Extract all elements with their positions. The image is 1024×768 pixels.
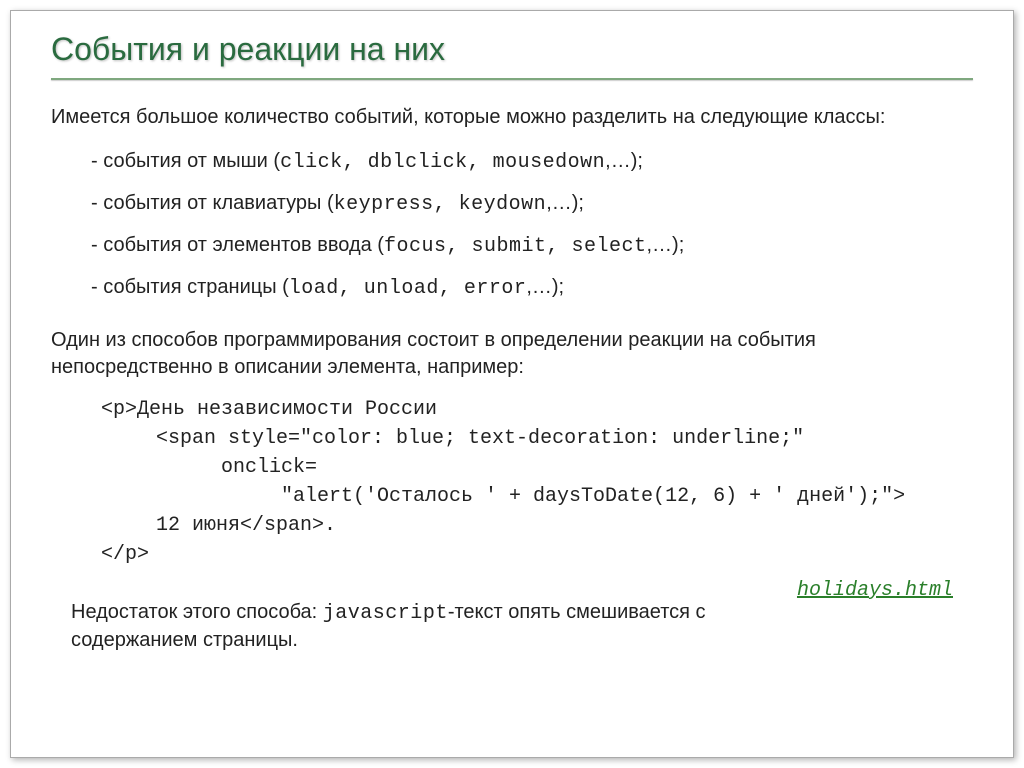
event-label: - события от клавиатуры ( (91, 192, 334, 214)
event-names: keypress, keydown (334, 193, 547, 216)
intro-paragraph: Имеется большое количество событий, кото… (51, 104, 973, 131)
event-label: - события от элементов ввода ( (91, 234, 384, 256)
event-names: click, dblclick, mousedown (280, 151, 605, 174)
code-line: <p>День независимости России (101, 398, 437, 421)
code-line: <span style="color: blue; text-decoratio… (101, 424, 973, 453)
event-tail: ,…); (546, 192, 584, 214)
disadvantage-code: javascript (323, 602, 448, 625)
code-line: onclick= (101, 453, 973, 482)
code-example: <p>День независимости России <span style… (101, 395, 973, 569)
event-label: - события от мыши ( (91, 150, 280, 172)
list-item: - события от элементов ввода (focus, sub… (91, 229, 973, 263)
event-tail: ,…); (647, 234, 685, 256)
disadvantage-pre: Недостаток этого способа: (71, 601, 323, 623)
list-item: - события страницы (load, unload, error,… (91, 271, 973, 305)
event-classes-list: - события от мыши (click, dblclick, mous… (91, 145, 973, 305)
code-line: </p> (101, 543, 149, 566)
slide: События и реакции на них Имеется большое… (10, 10, 1014, 758)
list-item: - события от клавиатуры (keypress, keydo… (91, 187, 973, 221)
disadvantage-paragraph: Недостаток этого способа: javascript-тек… (71, 599, 711, 654)
event-tail: ,…); (526, 276, 564, 298)
list-item: - события от мыши (click, dblclick, mous… (91, 145, 973, 179)
event-names: load, unload, error (289, 277, 527, 300)
code-line: 12 июня</span>. (101, 511, 973, 540)
method-paragraph: Один из способов программирования состои… (51, 327, 973, 381)
slide-title: События и реакции на них (51, 31, 973, 68)
holidays-link[interactable]: holidays.html (797, 579, 953, 602)
event-names: focus, submit, select (384, 235, 647, 258)
event-label: - события страницы ( (91, 276, 289, 298)
bottom-row: holidays.html Недостаток этого способа: … (51, 599, 973, 654)
title-rule (51, 78, 973, 80)
event-tail: ,…); (605, 150, 643, 172)
code-line: "alert('Осталось ' + daysToDate(12, 6) +… (101, 482, 973, 511)
